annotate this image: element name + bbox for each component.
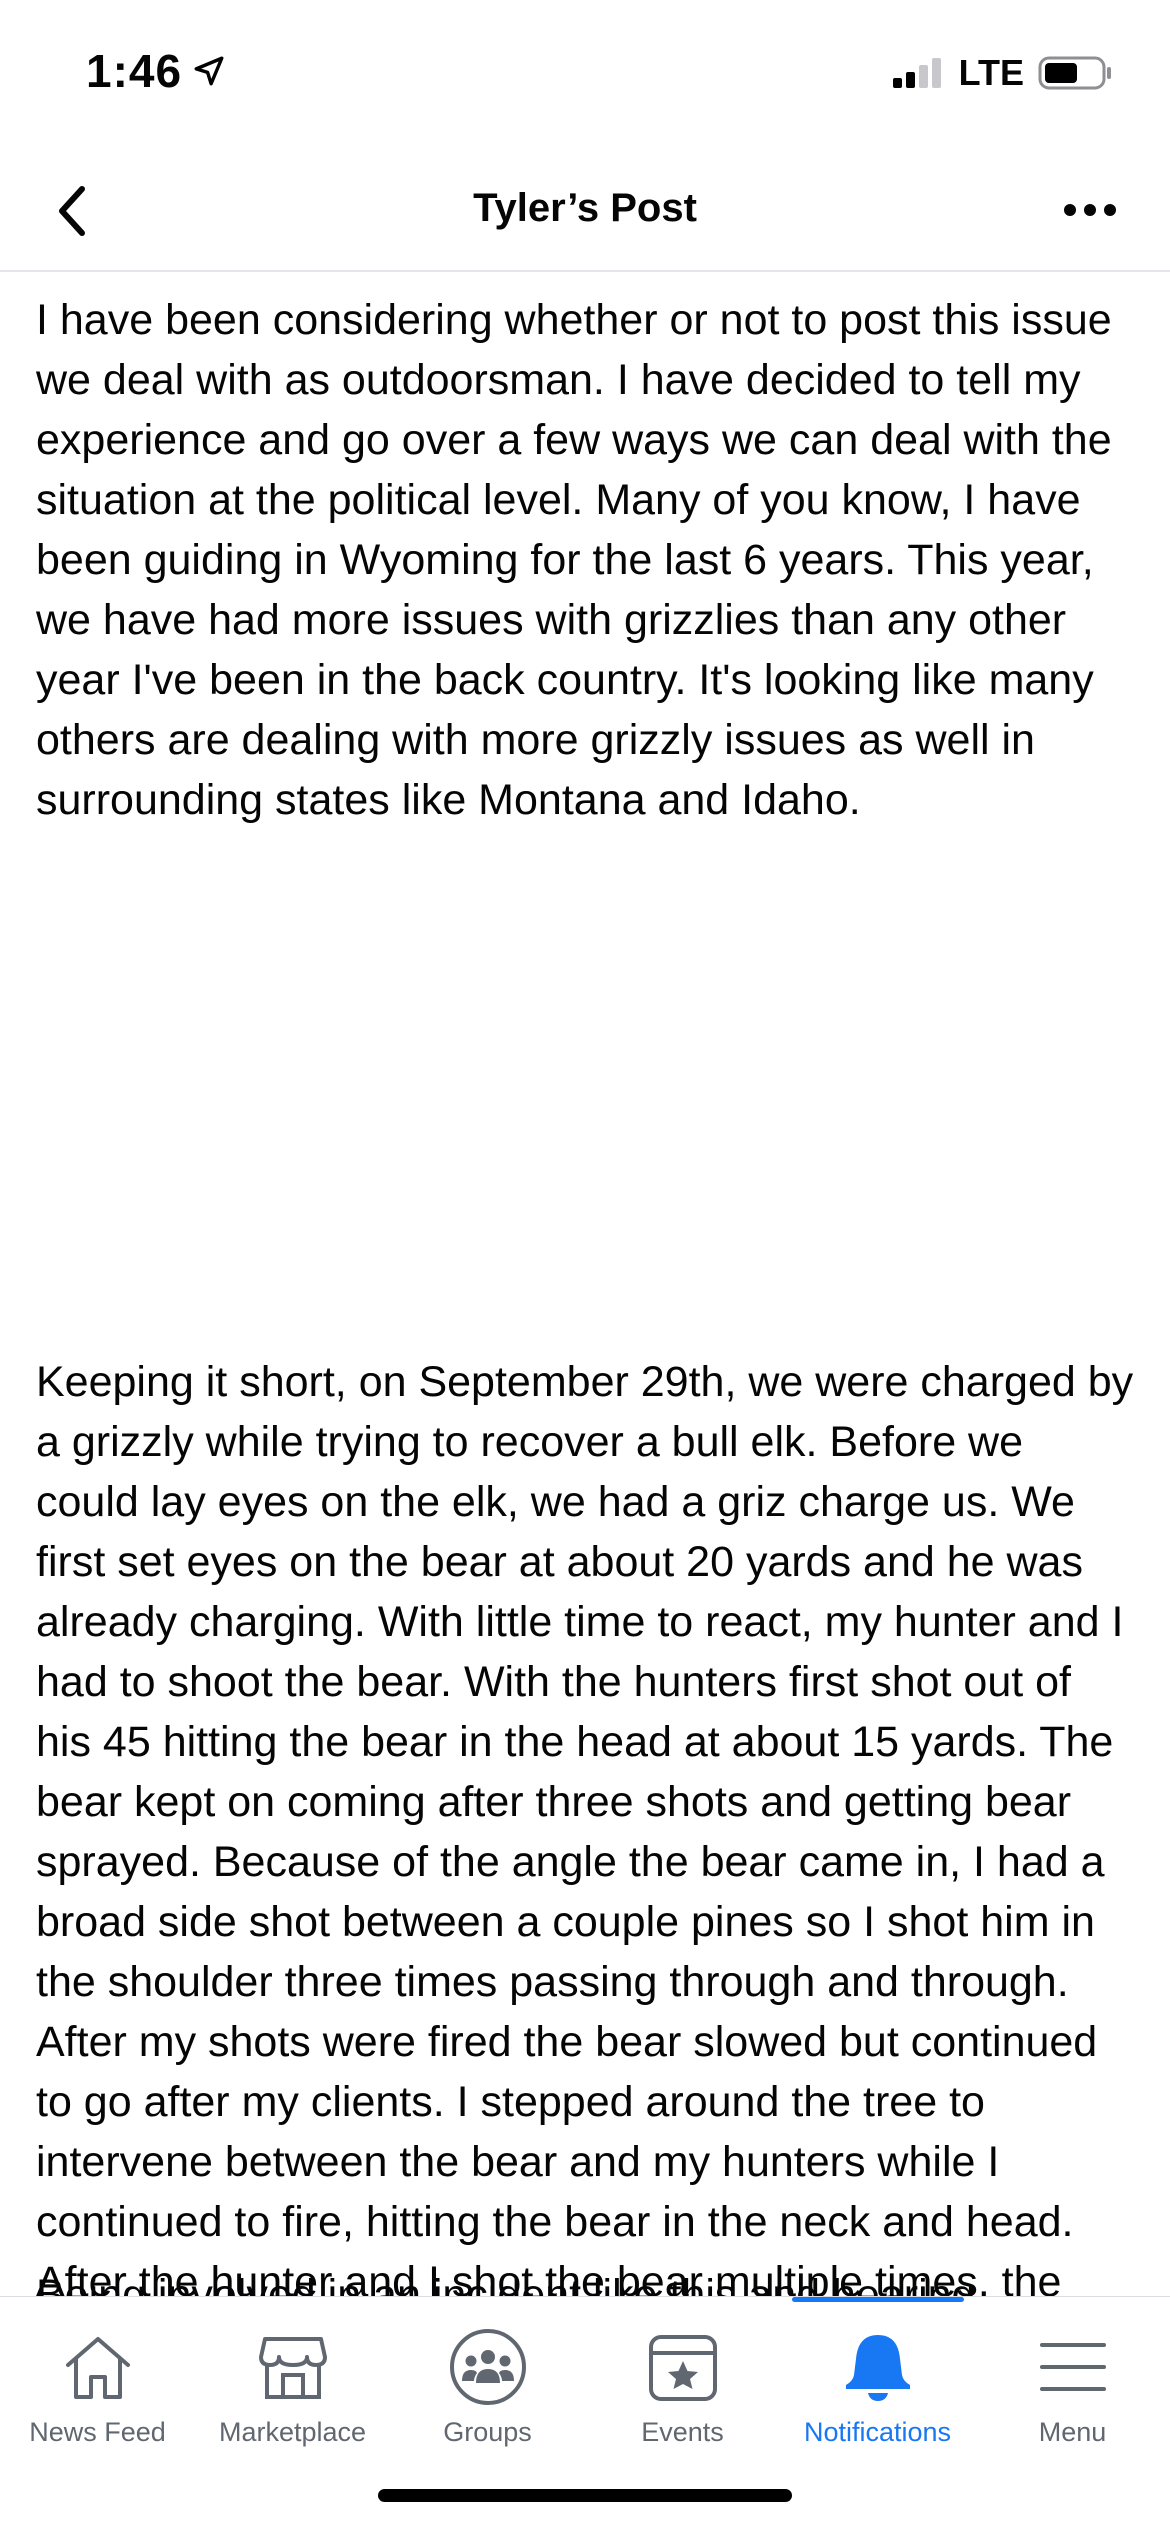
- tab-marketplace[interactable]: Marketplace: [195, 2297, 390, 2457]
- post-paragraph: Being involved in an incident like this …: [36, 2271, 976, 2297]
- tab-events[interactable]: Events: [585, 2297, 780, 2457]
- home-icon: [58, 2327, 138, 2407]
- post-paragraph-3-container: Being involved in an incident like this …: [36, 2265, 1136, 2297]
- post-paragraph: Keeping it short, on September 29th, we …: [36, 1358, 1134, 2306]
- post-paragraph: I have been considering whether or not t…: [36, 296, 1124, 824]
- bell-icon: [838, 2327, 918, 2407]
- post-paragraph-1-container: I have been considering whether or not t…: [36, 290, 1136, 1295]
- tab-label: News Feed: [29, 2417, 166, 2447]
- status-bar: 1:46 LTE: [0, 0, 1170, 150]
- calendar-star-icon: [643, 2327, 723, 2407]
- post-header: Tyler’s Post: [0, 150, 1170, 272]
- tab-label: Marketplace: [218, 2417, 367, 2447]
- status-time: 1:46: [86, 44, 226, 98]
- tab-label: Menu: [1038, 2417, 1107, 2447]
- signal-icon: [892, 58, 941, 88]
- status-time-text: 1:46: [86, 45, 183, 97]
- more-dots-icon: [1064, 204, 1116, 216]
- tab-menu[interactable]: Menu: [975, 2297, 1170, 2457]
- bottom-tab-bar: News Feed Marketplace Groups Events Noti…: [0, 2296, 1170, 2533]
- location-arrow-icon: [194, 56, 224, 86]
- page-title: Tyler’s Post: [473, 186, 697, 230]
- tab-news-feed[interactable]: News Feed: [0, 2297, 195, 2457]
- groups-icon: [448, 2327, 528, 2407]
- menu-icon: [1033, 2327, 1113, 2407]
- tab-label: Groups: [443, 2417, 532, 2447]
- tab-label: Events: [641, 2417, 724, 2447]
- more-options-button[interactable]: [1050, 178, 1130, 242]
- status-indicators: LTE: [891, 52, 1114, 94]
- active-tab-indicator: [792, 2297, 964, 2302]
- home-indicator: [378, 2489, 792, 2502]
- store-icon: [253, 2327, 333, 2407]
- battery-icon: [1038, 56, 1111, 90]
- tab-notifications[interactable]: Notifications: [780, 2297, 975, 2457]
- tab-groups[interactable]: Groups: [390, 2297, 585, 2457]
- network-label: LTE: [958, 52, 1024, 93]
- post-paragraph-2-container: Keeping it short, on September 29th, we …: [36, 1352, 1136, 2312]
- tab-label: Notifications: [803, 2417, 952, 2447]
